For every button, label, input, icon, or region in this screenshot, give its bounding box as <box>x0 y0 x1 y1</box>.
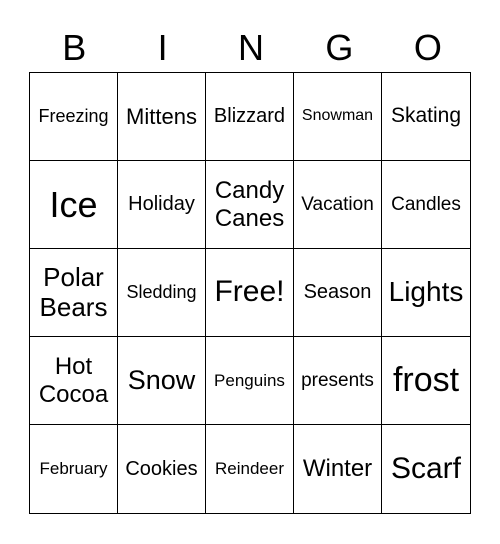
bingo-cell[interactable]: Sledding <box>118 249 206 337</box>
bingo-cell[interactable]: Mittens <box>118 73 206 161</box>
bingo-cell[interactable]: Lights <box>382 249 470 337</box>
bingo-cell[interactable]: Vacation <box>294 161 382 249</box>
bingo-cell[interactable]: Scarf <box>382 425 470 513</box>
bingo-cell[interactable]: February <box>30 425 118 513</box>
bingo-cell[interactable]: Penguins <box>206 337 294 425</box>
bingo-cell[interactable]: Winter <box>294 425 382 513</box>
header-letter-i: I <box>157 27 168 68</box>
bingo-header: B I N G O <box>30 24 472 72</box>
header-letter-g: G <box>325 27 354 68</box>
bingo-cell[interactable]: Holiday <box>118 161 206 249</box>
bingo-cell[interactable]: Candles <box>382 161 470 249</box>
header-letter-b: B <box>62 27 87 68</box>
bingo-cell[interactable]: Freezing <box>30 73 118 161</box>
free-space-cell[interactable]: Free! <box>206 249 294 337</box>
bingo-cell[interactable]: Candy Canes <box>206 161 294 249</box>
bingo-cell[interactable]: Blizzard <box>206 73 294 161</box>
bingo-cell[interactable]: Polar Bears <box>30 249 118 337</box>
bingo-cell[interactable]: Ice <box>30 161 118 249</box>
bingo-cell[interactable]: Cookies <box>118 425 206 513</box>
bingo-cell[interactable]: presents <box>294 337 382 425</box>
bingo-cell[interactable]: Hot Cocoa <box>30 337 118 425</box>
bingo-cell[interactable]: Reindeer <box>206 425 294 513</box>
header-letter-o: O <box>413 27 442 68</box>
bingo-cell[interactable]: frost <box>382 337 470 425</box>
bingo-grid: Freezing Mittens Blizzard Snowman Skatin… <box>29 72 471 514</box>
bingo-cell[interactable]: Skating <box>382 73 470 161</box>
header-letter-n: N <box>238 27 265 68</box>
bingo-cell[interactable]: Snow <box>118 337 206 425</box>
bingo-cell[interactable]: Snowman <box>294 73 382 161</box>
bingo-cell[interactable]: Season <box>294 249 382 337</box>
